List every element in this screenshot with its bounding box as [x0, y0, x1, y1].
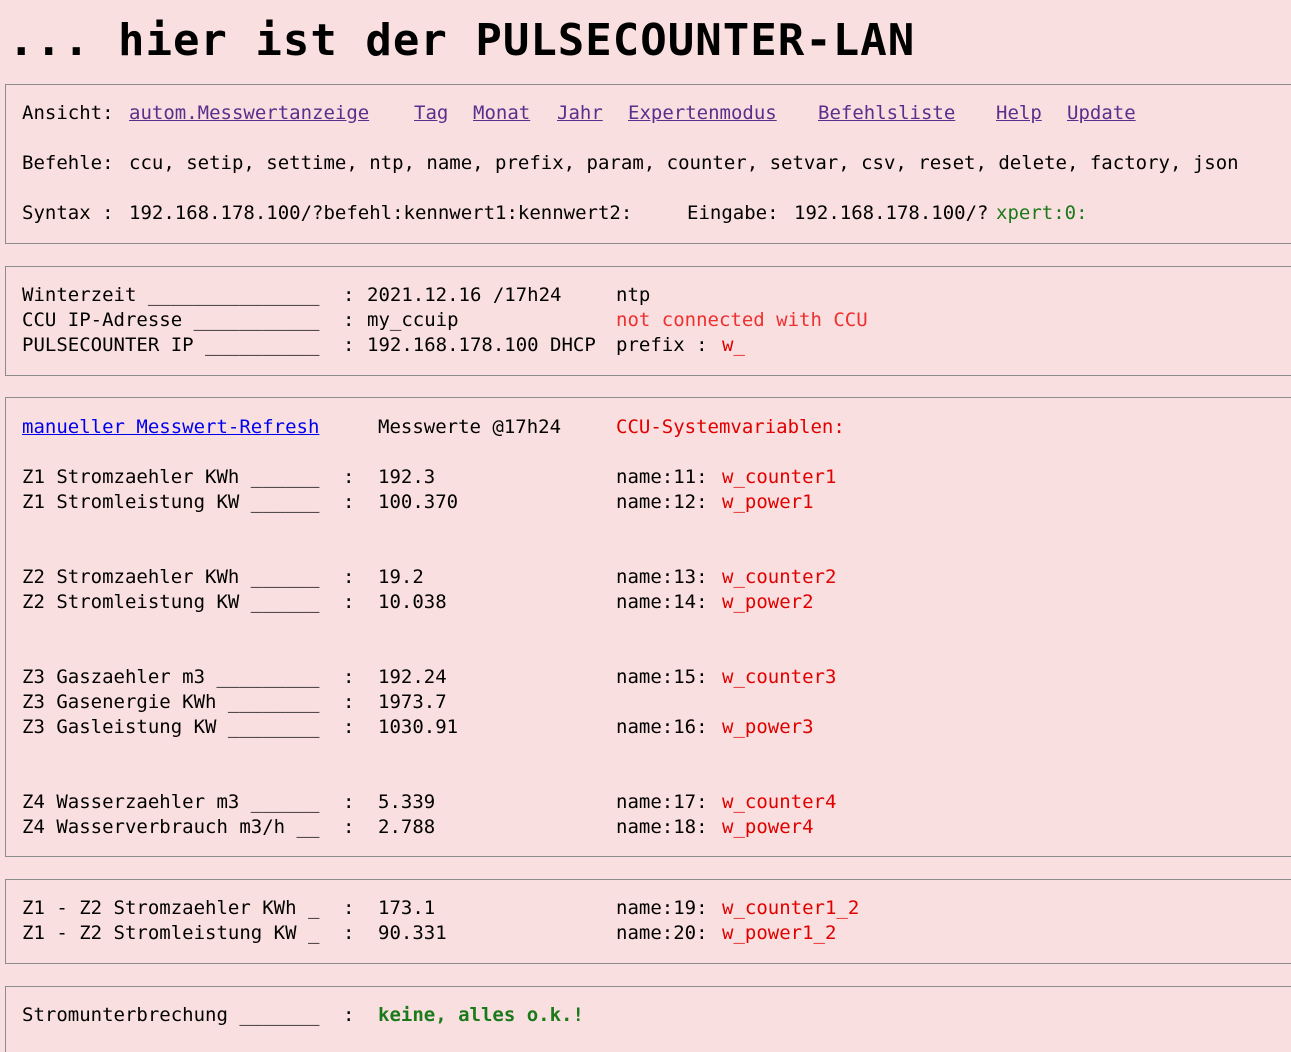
status-row-sep: :: [343, 284, 355, 306]
measurement-value: 19.2: [378, 566, 424, 588]
nav-link-expertenmodus[interactable]: Expertenmodus: [628, 101, 777, 126]
input-suffix: xpert:0:: [996, 202, 1088, 224]
ccu-var-name: w_power1_2: [722, 922, 837, 944]
measurement-label: Z2 Stromleistung KW ______: [22, 591, 320, 613]
ccu-vars-header: CCU-Systemvariablen:: [616, 416, 845, 438]
ccu-var-label: name:12:: [616, 491, 708, 513]
measurement-value: 1973.7: [378, 691, 447, 713]
nav-link-befehlsliste[interactable]: Befehlsliste: [818, 101, 955, 126]
commands-list: ccu, setip, settime, ntp, name, prefix, …: [129, 152, 1239, 174]
measurement-label: Z4 Wasserverbrauch m3/h __: [22, 816, 320, 838]
measurement-value: 1030.91: [378, 716, 459, 738]
nav-link-update[interactable]: Update: [1067, 101, 1136, 126]
ccu-var-name: w_power2: [722, 591, 814, 613]
nav-link-tag[interactable]: Tag: [414, 101, 448, 126]
measurement-label: Z3 Gasleistung KW ________: [22, 716, 320, 738]
ccu-var-label: name:20:: [616, 922, 708, 944]
power-outage-value: keine, alles o.k.!: [378, 1004, 584, 1026]
difference-sep: :: [343, 922, 355, 944]
status-row-label: PULSECOUNTER IP __________: [22, 334, 320, 356]
power-outage-label: Stromunterbrechung _______: [22, 1004, 320, 1026]
syntax-value: 192.168.178.100/?befehl:kennwert1:kennwe…: [129, 202, 633, 224]
measurement-sep: :: [343, 591, 355, 613]
status-row-extra: ntp: [616, 284, 651, 306]
ccu-var-name: w_power1: [722, 491, 814, 513]
measurement-label: Z4 Wasserzaehler m3 ______: [22, 791, 320, 813]
measurement-label: Z3 Gaszaehler m3 _________: [22, 666, 320, 688]
nav-link-jahr[interactable]: Jahr: [557, 101, 603, 126]
measurement-label: Z1 Stromleistung KW ______: [22, 491, 320, 513]
measurement-value: 192.3: [378, 466, 436, 488]
measurements-header: Messwerte @17h24: [378, 416, 562, 438]
status-row-value: my_ccuip: [367, 309, 459, 331]
measurement-sep: :: [343, 566, 355, 588]
measurement-label: Z2 Stromzaehler KWh ______: [22, 566, 320, 588]
measurement-sep: :: [343, 791, 355, 813]
status-row-extra-value: w_: [722, 334, 745, 356]
ccu-var-name: w_counter1_2: [722, 897, 860, 919]
nav-label: Ansicht:: [22, 102, 114, 124]
ccu-var-label: name:17:: [616, 791, 708, 813]
nav-link-help[interactable]: Help: [996, 101, 1042, 126]
ccu-var-name: w_counter1: [722, 466, 837, 488]
measurement-value: 100.370: [378, 491, 459, 513]
status-row-value: 2021.12.16 /17h24: [367, 284, 562, 306]
status-row-sep: :: [343, 309, 355, 331]
difference-label: Z1 - Z2 Stromleistung KW _: [22, 922, 320, 944]
status-row-label: Winterzeit _______________: [22, 284, 320, 306]
difference-label: Z1 - Z2 Stromzaehler KWh _: [22, 897, 320, 919]
ccu-var-name: w_counter4: [722, 791, 837, 813]
ccu-var-name: w_counter3: [722, 666, 837, 688]
refresh-link[interactable]: manueller Messwert-Refresh: [22, 415, 319, 440]
measurement-value: 192.24: [378, 666, 447, 688]
difference-value: 90.331: [378, 922, 447, 944]
measurement-value: 5.339: [378, 791, 436, 813]
measurement-sep: :: [343, 491, 355, 513]
ccu-var-label: name:16:: [616, 716, 708, 738]
measurement-value: 10.038: [378, 591, 447, 613]
ccu-var-name: w_power4: [722, 816, 814, 838]
commands-label: Befehle:: [22, 152, 114, 174]
status-row-extra: not connected with CCU: [616, 309, 868, 331]
measurement-sep: :: [343, 466, 355, 488]
ccu-var-name: w_counter2: [722, 566, 837, 588]
status-row-label: CCU IP-Adresse ___________: [22, 309, 320, 331]
ccu-var-label: name:11:: [616, 466, 708, 488]
power-outage-sep: :: [343, 1004, 355, 1026]
measurement-value: 2.788: [378, 816, 436, 838]
status-row-value: 192.168.178.100 DHCP: [367, 334, 596, 356]
status-row-extra: prefix :: [616, 334, 708, 356]
syntax-label: Syntax :: [22, 202, 114, 224]
difference-sep: :: [343, 897, 355, 919]
measurement-sep: :: [343, 691, 355, 713]
ccu-var-label: name:14:: [616, 591, 708, 613]
ccu-var-label: name:15:: [616, 666, 708, 688]
ccu-var-label: name:18:: [616, 816, 708, 838]
ccu-var-label: name:19:: [616, 897, 708, 919]
page-title: ... hier ist der PULSECOUNTER-LAN: [8, 15, 916, 66]
measurement-sep: :: [343, 716, 355, 738]
measurement-sep: :: [343, 666, 355, 688]
nav-link-messwertanzeige[interactable]: autom.Messwertanzeige: [129, 101, 369, 126]
ccu-var-label: name:13:: [616, 566, 708, 588]
measurement-sep: :: [343, 816, 355, 838]
input-label: Eingabe:: [687, 202, 779, 224]
measurement-label: Z1 Stromzaehler KWh ______: [22, 466, 320, 488]
status-row-sep: :: [343, 334, 355, 356]
measurement-label: Z3 Gasenergie KWh ________: [22, 691, 320, 713]
input-prefix: 192.168.178.100/?: [794, 202, 989, 224]
difference-value: 173.1: [378, 897, 436, 919]
nav-link-monat[interactable]: Monat: [473, 101, 530, 126]
ccu-var-name: w_power3: [722, 716, 814, 738]
